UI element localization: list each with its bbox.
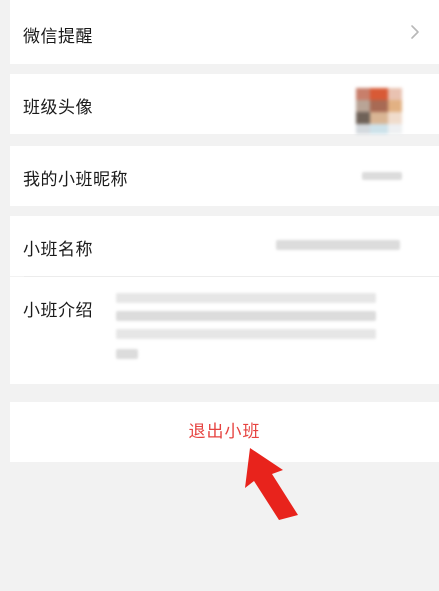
exit-class-button[interactable]: 退出小班 <box>10 402 439 462</box>
wechat-reminder-row[interactable]: 微信提醒 <box>10 0 439 64</box>
intro-line-redacted <box>116 311 376 321</box>
my-nickname-label: 我的小班昵称 <box>23 170 128 190</box>
intro-line-redacted <box>116 293 376 303</box>
class-intro-label: 小班介绍 <box>23 301 93 321</box>
my-nickname-row[interactable]: 我的小班昵称 <box>10 146 439 206</box>
chevron-right-icon <box>411 25 419 39</box>
wechat-reminder-label: 微信提醒 <box>23 27 93 47</box>
class-name-label: 小班名称 <box>23 240 93 260</box>
intro-line-redacted <box>116 349 138 359</box>
intro-line-redacted <box>116 329 376 339</box>
class-name-value-redacted <box>276 240 400 250</box>
class-name-row[interactable]: 小班名称 <box>10 216 439 276</box>
class-avatar-label: 班级头像 <box>23 98 93 118</box>
class-avatar-image <box>356 88 402 134</box>
class-intro-row[interactable]: 小班介绍 <box>10 277 439 384</box>
nickname-value-redacted <box>362 172 402 180</box>
class-settings-screen: 微信提醒 班级头像 我的小班昵称 小班名称 小班介绍 退出小班 <box>10 0 439 591</box>
